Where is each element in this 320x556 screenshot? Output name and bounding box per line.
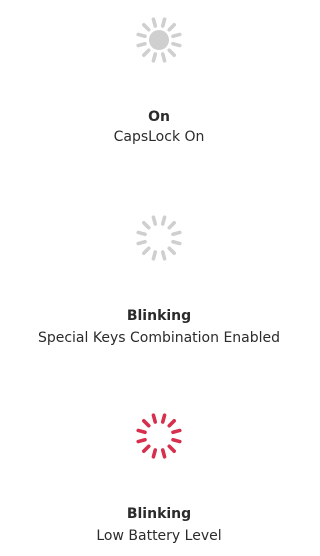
led-ray bbox=[136, 239, 147, 246]
led-ray bbox=[171, 41, 182, 48]
led-ray bbox=[142, 221, 151, 230]
indicator-description: CapsLock On bbox=[113, 129, 205, 145]
led-ray bbox=[151, 250, 158, 261]
led-ray bbox=[142, 23, 151, 32]
led-ray bbox=[167, 221, 177, 230]
led-ray bbox=[151, 52, 158, 63]
led-center-dot bbox=[149, 30, 169, 50]
indicator-state: Blinking bbox=[126, 506, 192, 522]
led-ray bbox=[171, 437, 182, 444]
led-ray bbox=[167, 48, 177, 58]
led-ray bbox=[151, 448, 158, 459]
indicator-description: Low Battery Level bbox=[96, 528, 222, 544]
led-on-icon bbox=[135, 16, 183, 64]
led-ray bbox=[167, 246, 177, 256]
led-ray bbox=[171, 239, 182, 246]
indicator-state: On bbox=[148, 109, 170, 125]
led-ray bbox=[167, 419, 177, 428]
led-ray bbox=[160, 413, 167, 424]
led-ray bbox=[151, 215, 158, 226]
led-ray bbox=[142, 246, 151, 256]
led-ray bbox=[160, 250, 167, 261]
led-ray bbox=[171, 32, 182, 39]
led-ray bbox=[142, 48, 151, 58]
indicator-state: Blinking bbox=[126, 308, 192, 324]
led-ray bbox=[167, 444, 177, 454]
led-ray bbox=[136, 437, 147, 444]
led-blinking-icon bbox=[135, 214, 183, 262]
led-ray bbox=[171, 230, 182, 237]
led-ray bbox=[167, 23, 177, 32]
led-ray bbox=[136, 41, 147, 48]
led-ray bbox=[160, 52, 167, 63]
led-ray bbox=[160, 17, 167, 28]
led-ray bbox=[142, 444, 151, 454]
led-ray bbox=[160, 215, 167, 226]
led-ray bbox=[142, 419, 151, 428]
indicator-description: Special Keys Combination Enabled bbox=[37, 330, 281, 346]
led-ray bbox=[136, 230, 147, 237]
led-ray bbox=[160, 448, 167, 459]
led-ray bbox=[136, 428, 147, 435]
led-blinking-icon bbox=[135, 412, 183, 460]
led-ray bbox=[151, 17, 158, 28]
led-ray bbox=[151, 413, 158, 424]
led-ray bbox=[171, 428, 182, 435]
led-ray bbox=[136, 32, 147, 39]
